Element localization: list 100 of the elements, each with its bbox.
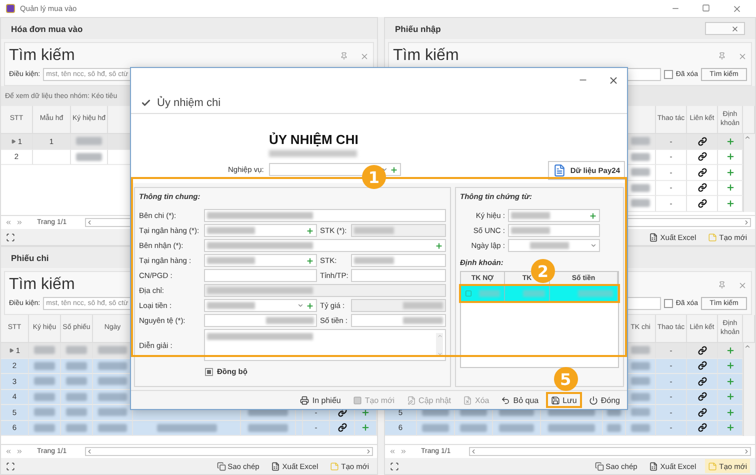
link-icon[interactable] [698, 346, 706, 355]
input-field[interactable] [204, 314, 317, 327]
fit-icon[interactable] [6, 232, 15, 242]
add-icon[interactable] [306, 226, 314, 234]
scroll-left-icon[interactable] [470, 448, 477, 455]
input-field[interactable] [351, 254, 446, 267]
input-field[interactable] [508, 239, 600, 252]
scroll-right-icon[interactable] [743, 448, 750, 455]
search-title: Tìm kiếm [393, 47, 459, 65]
scroll-right-icon[interactable] [365, 448, 372, 455]
scroll-up-icon[interactable] [744, 134, 751, 141]
add-icon[interactable] [726, 423, 734, 432]
close-button[interactable] [705, 22, 745, 35]
input-field[interactable] [204, 254, 317, 267]
link-icon[interactable] [698, 408, 706, 417]
add-icon[interactable] [726, 183, 734, 192]
scroll-left-icon[interactable] [86, 219, 93, 226]
fit-icon[interactable] [6, 462, 15, 470]
scroll-right-icon[interactable] [743, 219, 750, 226]
input-field[interactable] [204, 269, 317, 282]
blurred-text [98, 346, 127, 354]
link-icon[interactable] [698, 152, 706, 162]
input-field[interactable] [204, 239, 446, 252]
first-page-icon[interactable] [389, 448, 396, 455]
link-icon[interactable] [698, 423, 706, 432]
dropdown-icon[interactable] [297, 302, 304, 309]
input-field[interactable] [204, 299, 317, 312]
text-area[interactable] [204, 329, 446, 361]
add-icon[interactable] [726, 168, 734, 177]
link-icon[interactable] [698, 392, 706, 402]
first-page-icon[interactable] [5, 219, 12, 226]
delete-icon [463, 396, 472, 404]
blurred-text [66, 346, 88, 354]
input-field[interactable] [204, 209, 446, 222]
add-icon[interactable] [390, 166, 398, 174]
edit-icon [406, 396, 416, 404]
toolbar-button[interactable]: Đóng [584, 392, 625, 408]
add-icon[interactable] [435, 242, 443, 250]
input-field[interactable] [204, 224, 317, 237]
fit-icon[interactable] [390, 462, 399, 470]
last-page-icon[interactable] [16, 219, 23, 226]
blurred-text [98, 377, 127, 386]
scroll-up-icon[interactable] [744, 343, 751, 350]
toolbar-button[interactable]: In phiếu [295, 392, 346, 408]
blurred-text [499, 424, 534, 432]
scroll-down-icon[interactable] [436, 351, 442, 357]
scroll-left-icon[interactable] [86, 448, 93, 455]
add-icon[interactable] [726, 198, 734, 208]
link-icon[interactable] [698, 198, 706, 208]
add-icon[interactable] [726, 136, 734, 146]
add-icon[interactable] [589, 212, 597, 220]
add-icon[interactable] [306, 256, 314, 264]
dropdown-icon[interactable] [590, 242, 597, 249]
input-field[interactable] [351, 314, 446, 327]
blurred-text [98, 392, 127, 401]
add-icon[interactable] [726, 152, 734, 162]
toolbar-button[interactable]: Bỏ qua [496, 392, 544, 408]
pin-icon[interactable] [718, 281, 726, 289]
link-icon[interactable] [698, 361, 706, 370]
blurred-text [98, 424, 127, 432]
input-field[interactable] [351, 269, 446, 282]
pin-icon[interactable] [718, 52, 726, 60]
spreadsheet-icon [649, 462, 658, 470]
add-icon[interactable] [726, 408, 734, 417]
check-icon [141, 98, 151, 108]
link-icon[interactable] [698, 183, 706, 192]
blurred-text [630, 168, 650, 176]
horizontal-scrollbar[interactable] [84, 447, 373, 456]
add-icon[interactable] [306, 302, 314, 310]
add-icon[interactable] [726, 361, 734, 370]
document-icon [553, 164, 566, 177]
blurred-text [66, 392, 88, 401]
callout-badge: 2 [531, 259, 555, 283]
add-icon[interactable] [726, 376, 734, 386]
link-icon[interactable] [698, 376, 706, 386]
panel-title: Phiếu nhập [395, 24, 441, 34]
input-field[interactable] [508, 224, 600, 237]
blurred-text [630, 199, 650, 208]
link-icon[interactable] [338, 408, 346, 417]
add-icon[interactable] [726, 346, 734, 355]
pin-icon[interactable] [340, 52, 348, 60]
close-icon[interactable] [732, 4, 742, 14]
add-icon[interactable] [361, 423, 370, 432]
first-page-icon[interactable] [5, 448, 12, 455]
link-icon[interactable] [698, 168, 706, 177]
blurred-text [98, 362, 127, 370]
maximize-icon[interactable] [702, 4, 710, 12]
expand-icon[interactable] [465, 290, 472, 297]
scroll-up-icon[interactable] [436, 333, 442, 339]
add-icon[interactable] [726, 392, 734, 402]
last-page-icon[interactable] [400, 448, 407, 455]
blurred-text [34, 377, 56, 386]
blurred-text [98, 408, 127, 416]
last-page-icon[interactable] [16, 448, 23, 455]
link-icon[interactable] [698, 136, 706, 146]
close-icon[interactable] [608, 74, 619, 86]
horizontal-scrollbar[interactable] [468, 447, 751, 456]
link-icon[interactable] [338, 423, 346, 432]
input-field[interactable] [508, 209, 600, 222]
power-icon [588, 396, 598, 404]
